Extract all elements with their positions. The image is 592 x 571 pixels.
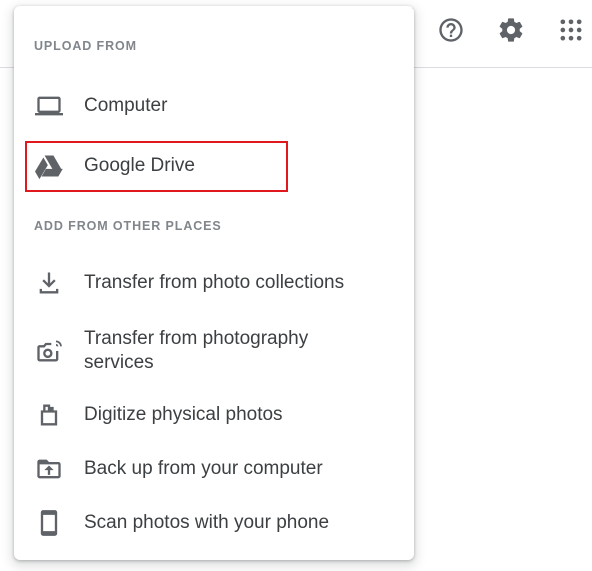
menu-item-digitize-physical-photos[interactable]: Digitize physical photos (14, 400, 414, 430)
apps-grid-icon[interactable] (554, 13, 588, 47)
upload-from-header: UPLOAD FROM (34, 39, 137, 53)
menu-item-label: Transfer from photo collections (84, 272, 345, 293)
laptop-icon (34, 91, 64, 121)
menu-item-back-up-from-computer[interactable]: Back up from your computer (14, 454, 414, 484)
menu-item-label: Scan photos with your phone (84, 512, 330, 533)
menu-item-label: Digitize physical photos (84, 404, 283, 425)
folder-upload-icon (34, 454, 64, 484)
add-from-other-places-header: ADD FROM OTHER PLACES (34, 219, 222, 233)
highlight-box (25, 141, 288, 192)
menu-item-scan-photos-with-phone[interactable]: Scan photos with your phone (14, 508, 414, 538)
menu-item-transfer-photography-services[interactable]: Transfer from photography services (14, 324, 414, 378)
menu-item-label: Computer (84, 95, 168, 116)
menu-item-transfer-photo-collections[interactable]: Transfer from photo collections (14, 268, 414, 298)
download-icon (34, 268, 64, 298)
settings-gear-icon[interactable] (494, 13, 528, 47)
help-icon[interactable] (434, 13, 468, 47)
upload-menu: UPLOAD FROM Computer Google Drive ADD FR… (14, 6, 414, 560)
menu-item-label: Back up from your computer (84, 458, 323, 479)
camera-sync-icon (34, 336, 64, 366)
menu-item-label: Transfer from photography services (84, 328, 309, 373)
film-photos-icon (34, 400, 64, 430)
menu-item-computer[interactable]: Computer (14, 91, 414, 121)
smartphone-icon (34, 508, 64, 538)
